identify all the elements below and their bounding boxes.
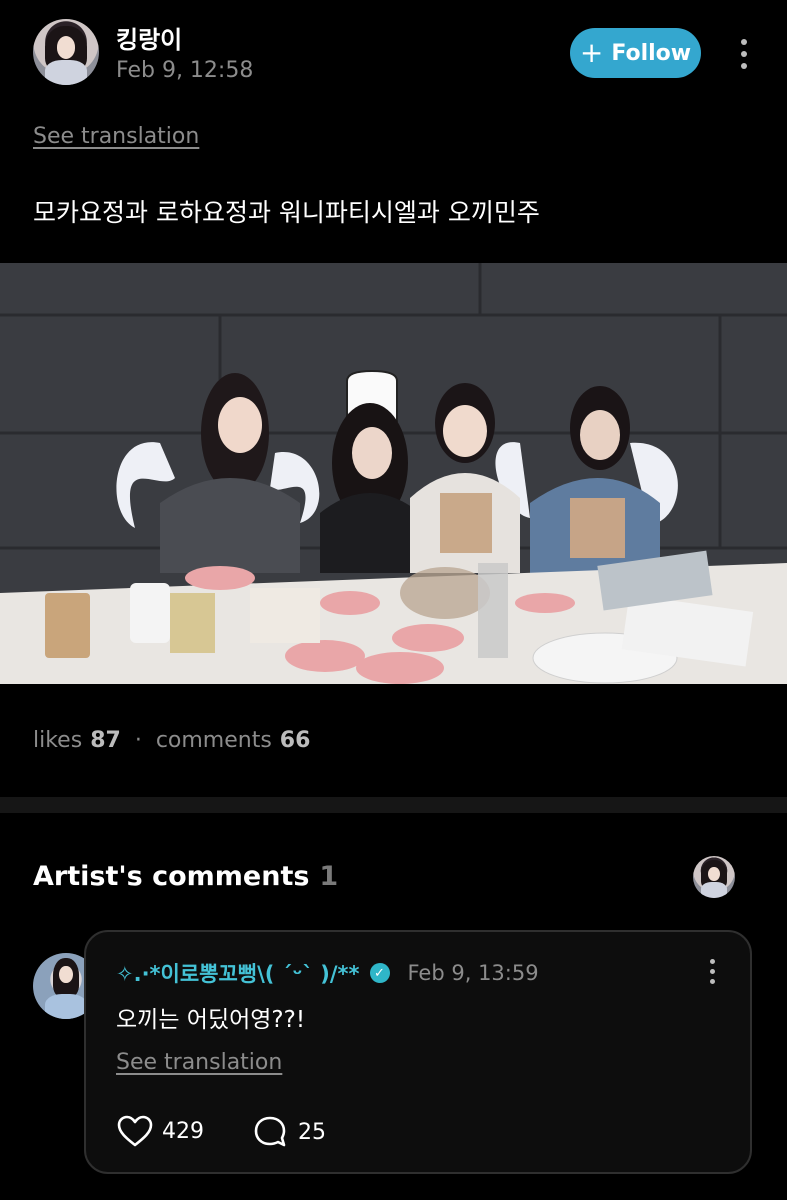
artist-comments-title: Artist's comments <box>33 861 310 892</box>
heart-icon <box>117 1115 153 1147</box>
post-photo[interactable] <box>0 263 787 684</box>
comment-reply-count: 25 <box>298 1119 326 1145</box>
comment-like-count: 429 <box>162 1118 204 1144</box>
comment-more-icon[interactable] <box>702 954 722 988</box>
post-timestamp: Feb 9, 12:58 <box>116 58 254 83</box>
artist-avatar-small[interactable] <box>693 856 735 898</box>
post-stats: likes 87 · comments 66 <box>33 728 310 753</box>
post-photo-illustration <box>0 263 787 684</box>
stats-separator: · <box>134 728 142 753</box>
comment-timestamp: Feb 9, 13:59 <box>407 961 539 985</box>
section-divider <box>0 797 787 813</box>
comment-like-button[interactable]: 429 <box>116 1114 204 1148</box>
verified-badge-icon: ✓ <box>369 963 390 983</box>
comment-text: 오끼는 어딨어영??! <box>116 1007 306 1033</box>
likes-count[interactable]: 87 <box>90 728 121 753</box>
comment-see-translation-link[interactable]: See translation <box>116 1050 282 1075</box>
post-see-translation-link[interactable]: See translation <box>33 124 199 149</box>
post-more-icon[interactable] <box>730 34 758 74</box>
commenter-name[interactable]: ✧.·*이로뽕꼬뻥\( ˊᵕˋ )/** <box>116 958 360 988</box>
author-avatar[interactable] <box>33 19 99 85</box>
comments-label: comments <box>155 728 272 753</box>
artist-comment-card: ✧.·*이로뽕꼬뻥\( ˊᵕˋ )/** ✓ Feb 9, 13:59 오끼는 … <box>84 930 752 1174</box>
post-body-text: 모카요정과 로하요정과 워니파티시엘과 오끼민주 <box>33 198 540 227</box>
artist-comments-header: Artist's comments 1 <box>33 861 338 892</box>
comments-count[interactable]: 66 <box>280 728 311 753</box>
plus-icon: + <box>579 36 604 69</box>
likes-label: likes <box>33 728 83 753</box>
artist-comments-count: 1 <box>319 861 339 892</box>
follow-label: Follow <box>611 40 692 66</box>
comment-header: ✧.·*이로뽕꼬뻥\( ˊᵕˋ )/** ✓ Feb 9, 13:59 <box>116 958 539 988</box>
speech-bubble-icon <box>254 1116 286 1147</box>
comment-reply-button[interactable]: 25 <box>252 1114 326 1150</box>
follow-button[interactable]: + Follow <box>570 28 701 78</box>
author-name[interactable]: 킹랑이 <box>116 20 182 55</box>
